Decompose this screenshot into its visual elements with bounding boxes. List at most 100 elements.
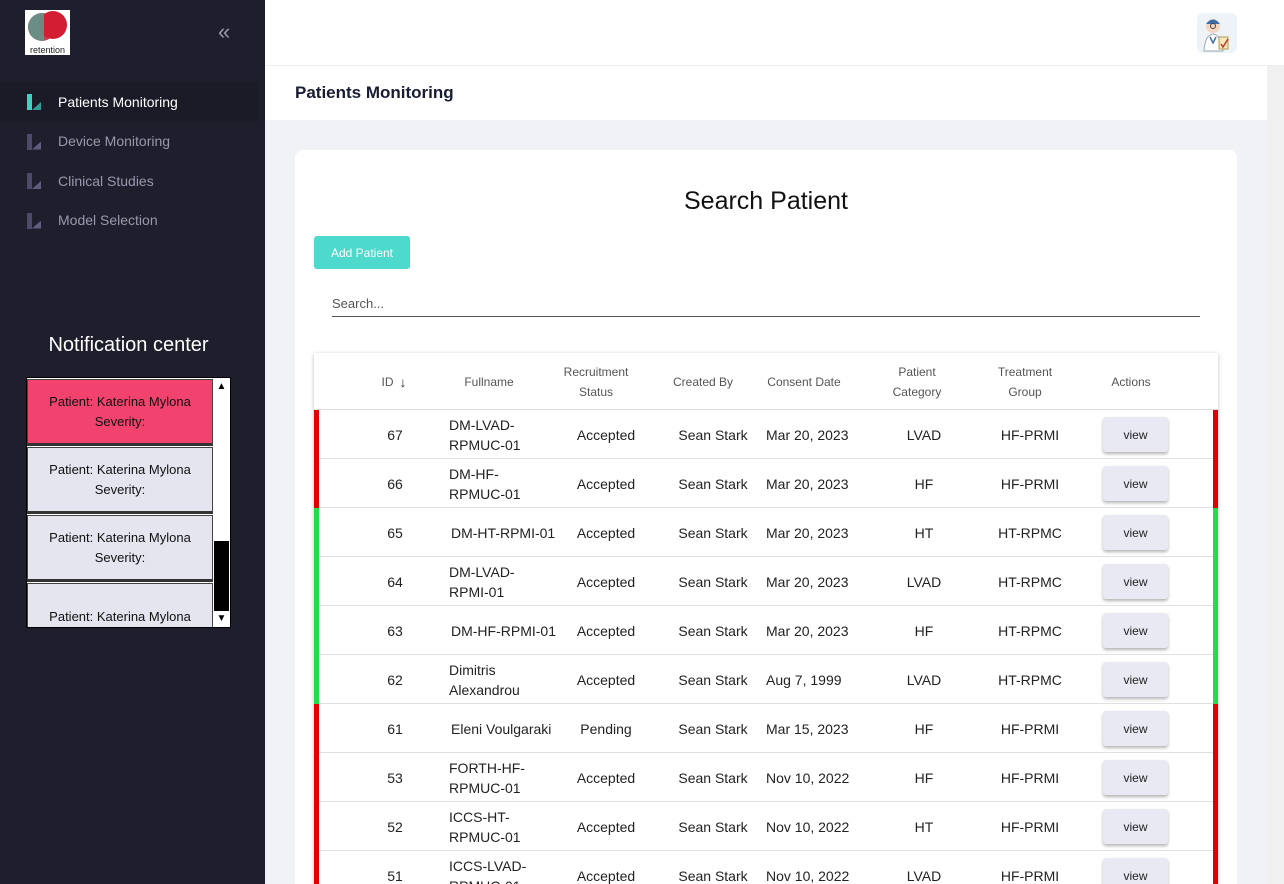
patients-monitoring-icon bbox=[27, 94, 43, 110]
doctor-avatar[interactable] bbox=[1197, 13, 1237, 53]
cell-id: 63 bbox=[387, 622, 403, 639]
row-status-flag bbox=[314, 459, 319, 508]
cell-id: 66 bbox=[387, 475, 403, 492]
cell-created-by: Sean Stark bbox=[678, 818, 748, 835]
cell-recruitment-status: Accepted bbox=[576, 867, 636, 884]
collapse-sidebar-icon[interactable]: « bbox=[218, 20, 230, 44]
sidebar-item-model-selection[interactable]: Model Selection bbox=[0, 201, 265, 241]
cell-consent-date: Mar 20, 2023 bbox=[766, 475, 849, 492]
table-row[interactable]: 65 DM-HT-RPMI-01 Accepted Sean Stark Mar 20,… bbox=[314, 508, 1218, 557]
sidebar-item-label: Model Selection bbox=[58, 212, 158, 229]
view-button[interactable]: view bbox=[1103, 417, 1168, 452]
table-row[interactable]: 62 Dimitris Alexandrou Accepted Sean Stark Au… bbox=[314, 655, 1218, 704]
cell-recruitment-status: Accepted bbox=[576, 426, 636, 443]
column-header-consent-date[interactable]: Consent Date bbox=[757, 353, 851, 410]
cell-consent-date: Nov 10, 2022 bbox=[766, 867, 850, 884]
sidebar-item-patients-monitoring[interactable]: Patients Monitoring bbox=[0, 82, 258, 122]
column-header-recruitment-status[interactable]: Recruitment Status bbox=[551, 353, 641, 410]
scroll-down-icon[interactable]: ▼ bbox=[213, 610, 230, 627]
notification-severity: Severity: bbox=[94, 481, 146, 497]
row-status-flag bbox=[314, 410, 319, 459]
device-monitoring-icon bbox=[27, 133, 43, 150]
top-header bbox=[265, 0, 1284, 66]
notification-patient: Patient: Katerina Mylona bbox=[49, 529, 191, 545]
scrollbar-thumb[interactable] bbox=[214, 541, 229, 611]
view-button[interactable]: view bbox=[1103, 711, 1168, 746]
notification-scrollbar[interactable]: ▲ ▼ bbox=[213, 378, 230, 627]
cell-fullname: DM-LVAD- RPMI-01 bbox=[449, 563, 515, 600]
sort-desc-icon[interactable]: ↓ bbox=[400, 372, 407, 392]
cell-patient-category: HT bbox=[914, 524, 934, 541]
view-button[interactable]: view bbox=[1103, 858, 1168, 884]
add-patient-button[interactable]: Add Patient bbox=[314, 236, 410, 269]
table-row[interactable]: 63 DM-HF-RPMI-01 Accepted Sean Stark Mar 20,… bbox=[314, 606, 1218, 655]
column-header-created-by[interactable]: Created By bbox=[663, 353, 743, 410]
cell-treatment-group: HF-PRMI bbox=[1000, 867, 1060, 884]
cell-patient-category: LVAD bbox=[906, 573, 942, 590]
cell-patient-category: LVAD bbox=[906, 867, 942, 884]
cell-created-by: Sean Stark bbox=[678, 671, 748, 688]
clinical-studies-icon bbox=[27, 173, 43, 189]
notification-item[interactable]: Patient: Katerina Mylona Severity: bbox=[27, 447, 213, 514]
column-header-treatment-group[interactable]: Treatment Group bbox=[984, 353, 1066, 410]
view-button[interactable]: view bbox=[1103, 760, 1168, 795]
column-header-actions: Actions bbox=[1111, 374, 1151, 389]
sidebar-nav: Patients Monitoring Device Monitoring Cl… bbox=[0, 82, 265, 240]
notification-patient: Patient: Katerina Mylona bbox=[49, 609, 191, 624]
row-status-flag bbox=[314, 851, 319, 884]
cell-recruitment-status: Accepted bbox=[576, 573, 636, 590]
notification-item[interactable]: Patient: Katerina Mylona Severity: bbox=[27, 515, 213, 582]
sidebar-item-clinical-studies[interactable]: Clinical Studies bbox=[0, 161, 265, 201]
row-status-flag bbox=[314, 508, 319, 557]
view-button[interactable]: view bbox=[1103, 564, 1168, 599]
notification-item[interactable]: Patient: Katerina Mylona Severity: bbox=[27, 379, 213, 446]
notification-severity: Severity: bbox=[94, 549, 146, 565]
column-header-fullname[interactable]: Fullname bbox=[449, 353, 529, 410]
table-row[interactable]: 53 FORTH-HF- RPMUC-01 Accepted Sean Stark Nov… bbox=[314, 753, 1218, 802]
notification-item[interactable]: Patient: Katerina Mylona bbox=[27, 583, 213, 627]
cell-treatment-group: HT-RPMC bbox=[998, 671, 1062, 688]
row-status-flag bbox=[314, 753, 319, 802]
table-row[interactable]: 66 DM-HF- RPMUC-01 Accepted Sean Stark Mar 20… bbox=[314, 459, 1218, 508]
cell-recruitment-status: Accepted bbox=[576, 671, 636, 688]
table-header: ID ↓ Fullname Recruitment Status Created… bbox=[314, 353, 1218, 410]
page-title: Patients Monitoring bbox=[295, 83, 454, 102]
cell-recruitment-status: Accepted bbox=[576, 475, 636, 492]
search-patient-card: Search Patient Add Patient ID ↓ Fullname… bbox=[295, 150, 1237, 884]
view-button[interactable]: view bbox=[1103, 613, 1168, 648]
column-header-patient-category[interactable]: Patient Category bbox=[877, 353, 957, 410]
scroll-up-icon[interactable]: ▲ bbox=[213, 378, 230, 395]
table-row[interactable]: 51 ICCS-LVAD-RPMUC-01 Accepted Sean Stark No… bbox=[314, 851, 1218, 884]
retention-logo[interactable]: retention bbox=[25, 10, 70, 55]
cell-consent-date: Nov 10, 2022 bbox=[766, 769, 850, 786]
search-input[interactable] bbox=[332, 291, 1200, 317]
doctor-avatar-icon bbox=[1203, 19, 1229, 52]
row-status-flag bbox=[1213, 851, 1218, 884]
column-header-id[interactable]: ID ↓ bbox=[369, 353, 419, 410]
notification-center-title: Notification center bbox=[48, 334, 209, 356]
table-row[interactable]: 52 ICCS-HT- RPMUC-01 Accepted Sean Stark Nov … bbox=[314, 802, 1218, 851]
page-scrollbar[interactable] bbox=[1267, 66, 1284, 884]
table-row[interactable]: 67 DM-LVAD- RPMUC-01 Accepted Sean Stark Mar … bbox=[314, 410, 1218, 459]
patients-table: ID ↓ Fullname Recruitment Status Created… bbox=[314, 353, 1218, 884]
view-button[interactable]: view bbox=[1103, 515, 1168, 550]
sidebar-item-device-monitoring[interactable]: Device Monitoring bbox=[0, 122, 265, 162]
table-row[interactable]: 64 DM-LVAD- RPMI-01 Accepted Sean Stark Mar 2… bbox=[314, 557, 1218, 606]
cell-treatment-group: HF-PRMI bbox=[1000, 720, 1060, 737]
cell-patient-category: HF bbox=[914, 475, 934, 492]
view-button[interactable]: view bbox=[1103, 466, 1168, 501]
notification-list[interactable]: Patient: Katerina Mylona Severity: Patie… bbox=[26, 377, 231, 628]
row-status-flag bbox=[314, 704, 319, 753]
cell-treatment-group: HF-PRMI bbox=[1000, 769, 1060, 786]
cell-fullname: DM-LVAD- RPMUC-01 bbox=[449, 416, 521, 453]
row-status-flag bbox=[1213, 753, 1218, 802]
table-row[interactable]: 61 Eleni Voulgaraki Pending Sean Stark Mar 1… bbox=[314, 704, 1218, 753]
cell-fullname: Dimitris Alexandrou bbox=[449, 661, 520, 698]
row-status-flag bbox=[1213, 508, 1218, 557]
view-button[interactable]: view bbox=[1103, 809, 1168, 844]
cell-recruitment-status: Accepted bbox=[576, 818, 636, 835]
cell-patient-category: LVAD bbox=[906, 426, 942, 443]
cell-recruitment-status: Accepted bbox=[576, 622, 636, 639]
view-button[interactable]: view bbox=[1103, 662, 1168, 697]
sidebar: retention « Patients Monitoring Device M… bbox=[0, 0, 265, 884]
